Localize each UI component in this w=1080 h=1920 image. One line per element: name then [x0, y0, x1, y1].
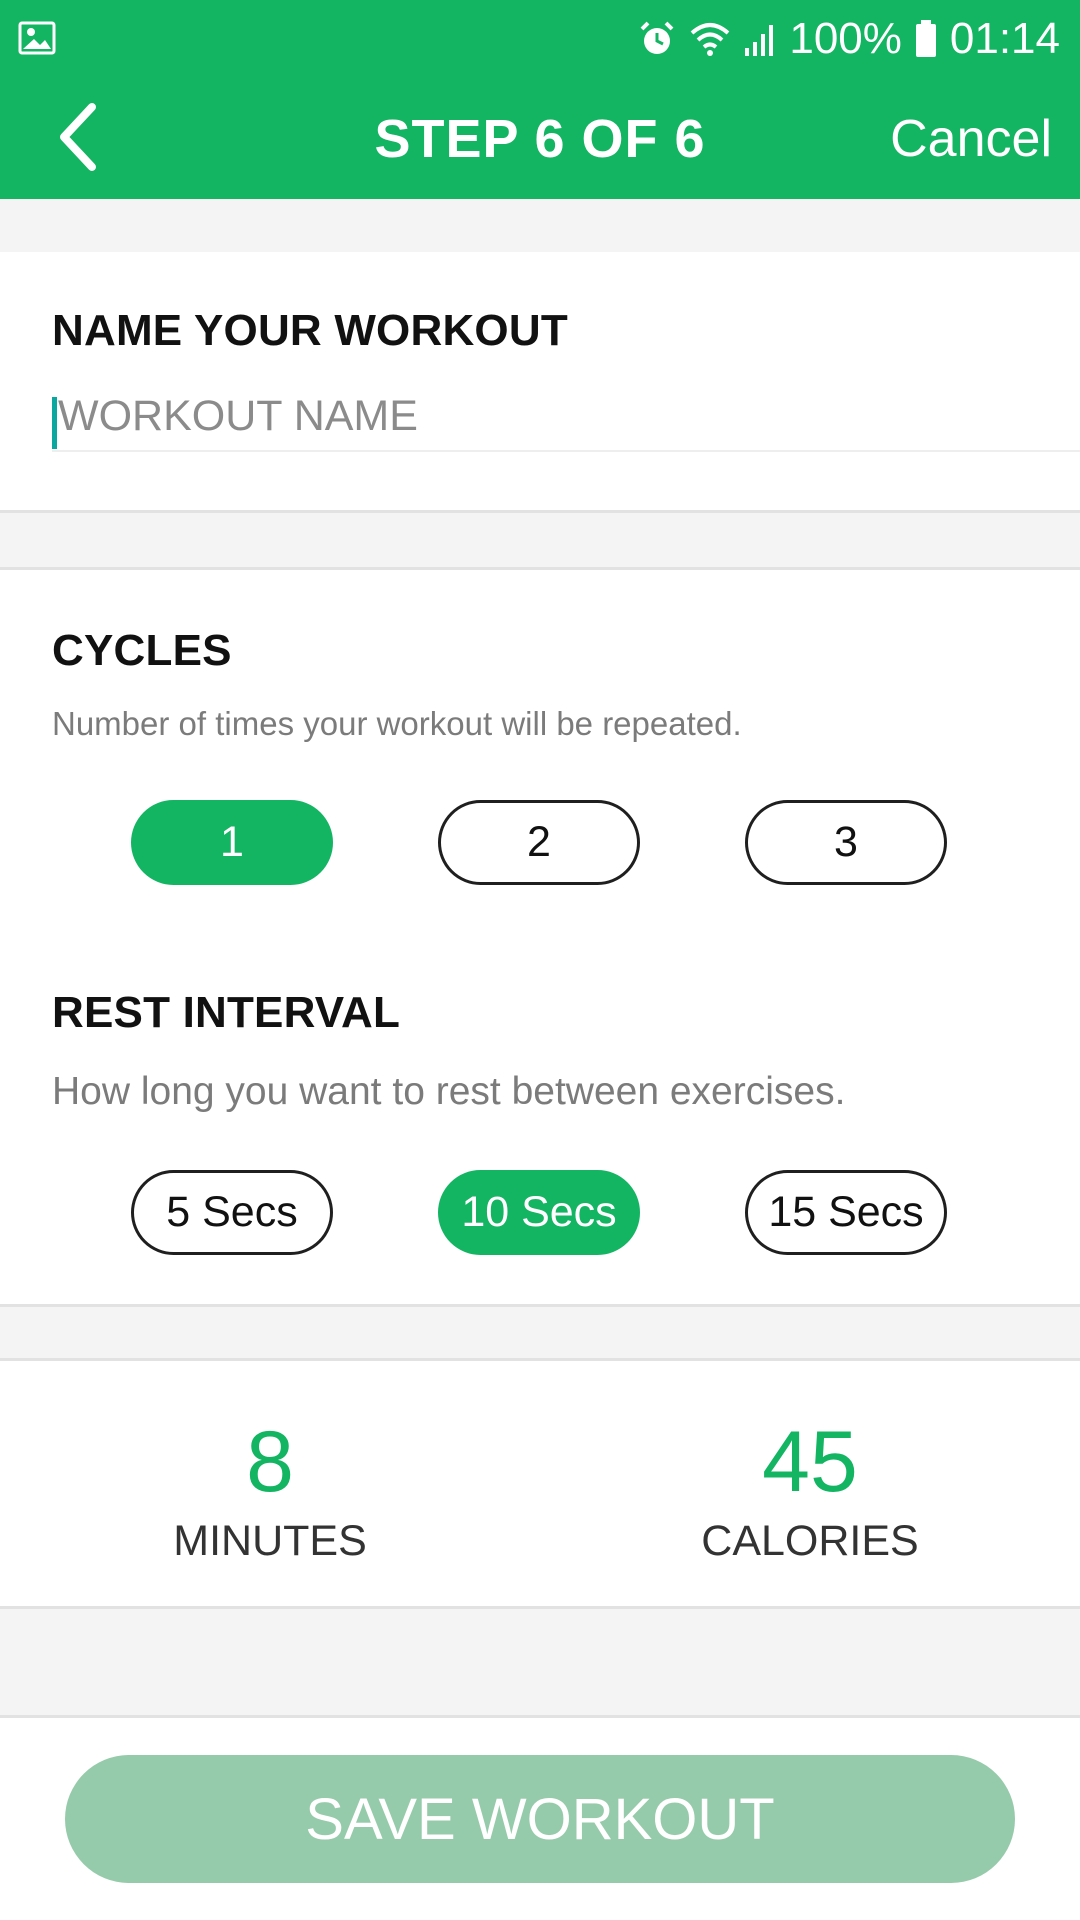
text-cursor: [52, 397, 57, 449]
alarm-icon: [637, 19, 677, 59]
rest-option-10-secs[interactable]: 10 Secs: [438, 1170, 640, 1255]
workout-name-heading: NAME YOUR WORKOUT: [52, 306, 568, 355]
status-time: 01:14: [949, 14, 1060, 63]
rest-interval-description: How long you want to rest between exerci…: [52, 1070, 846, 1113]
workout-name-input[interactable]: [52, 382, 1080, 452]
calories-label: CALORIES: [701, 1517, 919, 1565]
cycles-description: Number of times your workout will be rep…: [52, 705, 742, 742]
app-bar: STEP 6 OF 6 Cancel: [0, 78, 1080, 199]
cycles-heading: CYCLES: [52, 626, 232, 675]
cycle-option-3[interactable]: 3: [745, 800, 947, 885]
calories-value: 45: [762, 1414, 858, 1510]
workout-settings-section: CYCLES Number of times your workout will…: [0, 567, 1080, 1307]
workout-name-section: NAME YOUR WORKOUT: [0, 252, 1080, 513]
minutes-value: 8: [246, 1414, 294, 1510]
rest-option-15-secs[interactable]: 15 Secs: [745, 1170, 947, 1255]
rest-interval-options: 5 Secs 10 Secs 15 Secs: [0, 1170, 1080, 1255]
minutes-stat: 8 MINUTES: [0, 1361, 540, 1612]
wifi-icon: [689, 20, 731, 58]
status-bar: 100% 01:14: [0, 0, 1080, 78]
save-workout-button[interactable]: SAVE WORKOUT: [65, 1755, 1015, 1883]
rest-option-5-secs[interactable]: 5 Secs: [131, 1170, 333, 1255]
workout-summary: 8 MINUTES 45 CALORIES: [0, 1358, 1080, 1609]
cycles-options: 1 2 3: [0, 800, 1080, 885]
cycle-option-2[interactable]: 2: [438, 800, 640, 885]
status-icons: 100% 01:14: [637, 0, 1060, 78]
cancel-button[interactable]: Cancel: [890, 78, 1052, 199]
minutes-label: MINUTES: [173, 1517, 367, 1565]
cycle-option-1[interactable]: 1: [131, 800, 333, 885]
battery-percentage: 100%: [789, 14, 902, 63]
calories-stat: 45 CALORIES: [540, 1361, 1080, 1612]
battery-icon: [914, 19, 938, 59]
rest-interval-heading: REST INTERVAL: [52, 988, 401, 1037]
image-icon: [17, 18, 57, 58]
signal-icon: [743, 20, 777, 58]
